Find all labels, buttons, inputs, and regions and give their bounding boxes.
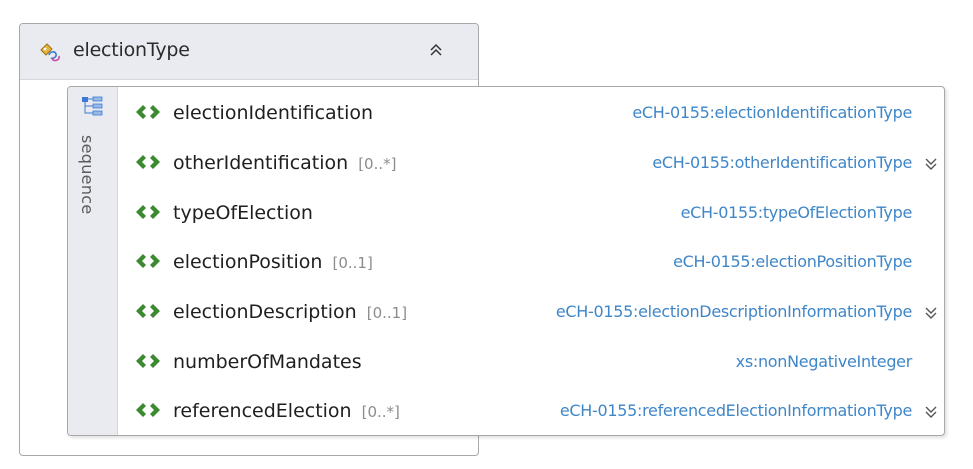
element-cardinality: [0..1] — [366, 304, 408, 322]
element-icon — [136, 254, 160, 268]
element-icon — [136, 354, 160, 368]
element-name: otherIdentification — [173, 152, 349, 174]
element-cardinality: [0..*] — [358, 155, 397, 173]
element-row[interactable]: numberOfMandates xs:nonNegativeInteger — [117, 338, 944, 389]
element-type[interactable]: eCH-0155:typeOfElectionType — [681, 203, 913, 222]
element-cardinality: [0..1] — [332, 254, 373, 272]
element-row[interactable]: referencedElection [0..*] eCH-0155:refere… — [117, 387, 944, 438]
chevron-double-down-icon[interactable] — [924, 306, 938, 320]
sequence-strip: sequence — [68, 87, 118, 435]
element-row[interactable]: electionIdentification eCH-0155:election… — [117, 89, 944, 140]
element-name: electionDescription — [173, 301, 357, 323]
element-type[interactable]: eCH-0155:electionIdentificationType — [632, 103, 912, 122]
element-row[interactable]: electionDescription [0..1] eCH-0155:elect… — [117, 288, 944, 339]
sequence-label: sequence — [78, 135, 97, 215]
complex-type-name: electionType — [73, 39, 190, 61]
element-row[interactable]: electionPosition [0..1] eCH-0155:election… — [117, 238, 944, 289]
chevron-double-down-icon[interactable] — [924, 405, 938, 419]
element-name: referencedElection — [173, 400, 352, 422]
element-name: electionPosition — [173, 251, 323, 273]
complex-type-icon — [40, 43, 60, 62]
element-type[interactable]: eCH-0155:otherIdentificationType — [652, 153, 912, 172]
element-row[interactable]: otherIdentification [0..*] eCH-0155:other… — [117, 139, 944, 190]
element-type[interactable]: eCH-0155:electionPositionType — [673, 252, 912, 271]
element-icon — [136, 105, 160, 119]
element-icon — [136, 304, 160, 318]
element-type[interactable]: xs:nonNegativeInteger — [736, 352, 913, 371]
chevron-double-up-icon[interactable] — [429, 43, 443, 57]
element-name: electionIdentification — [173, 102, 374, 124]
element-cardinality: [0..*] — [361, 403, 400, 421]
element-type[interactable]: eCH-0155:referencedElectionInformationTy… — [560, 401, 912, 420]
element-row[interactable]: typeOfElection eCH-0155:typeOfElectionTy… — [117, 189, 944, 240]
chevron-double-down-icon[interactable] — [924, 157, 938, 171]
complex-type-header[interactable]: electionType — [20, 24, 478, 80]
element-icon — [136, 155, 160, 169]
element-name: typeOfElection — [173, 202, 313, 224]
sequence-box: sequence electionIdentification eCH-0155… — [67, 86, 945, 436]
element-icon — [136, 403, 160, 417]
element-name: numberOfMandates — [173, 351, 362, 373]
element-icon — [136, 205, 160, 219]
element-type[interactable]: eCH-0155:electionDescriptionInformationT… — [556, 302, 912, 321]
sequence-icon — [82, 96, 103, 116]
